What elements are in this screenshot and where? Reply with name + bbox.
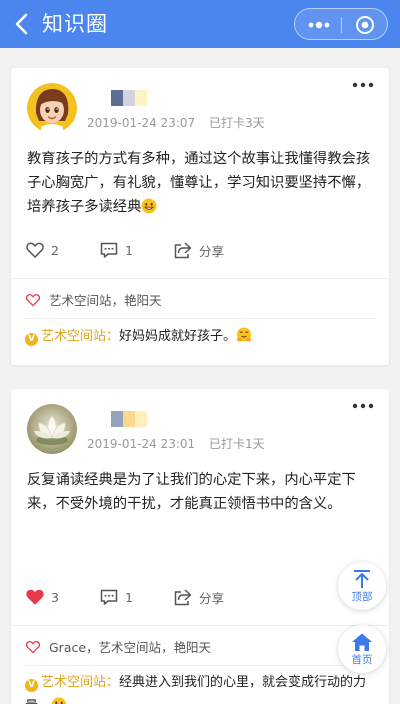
obscured-username <box>111 90 147 106</box>
divider <box>11 625 389 626</box>
hug-emoji-icon <box>236 327 252 342</box>
share-button[interactable]: 分享 <box>173 586 224 608</box>
comment-button[interactable]: 1 <box>99 239 133 261</box>
like-count: 2 <box>51 242 59 258</box>
heart-filled-icon <box>26 589 44 605</box>
more-dots-icon[interactable] <box>305 16 333 34</box>
close-target-icon[interactable] <box>355 15 375 35</box>
divider <box>11 278 389 279</box>
liked-by-row: 艺术空间站，艳阳天 <box>25 290 375 309</box>
vip-badge-icon: V <box>25 333 38 346</box>
post-card: 2019-01-24 23:01 已打卡1天 反复诵读经典是为了让我们的心定下来… <box>11 389 389 704</box>
smile-emoji-icon <box>141 198 157 214</box>
back-to-top-label: 顶部 <box>351 591 373 603</box>
comment-icon <box>100 242 118 258</box>
like-count: 3 <box>51 589 59 605</box>
post-actions: 2 1 分享 <box>25 239 375 261</box>
mini-program-capsule <box>294 8 388 40</box>
post-meta: 2019-01-24 23:07 已打卡3天 <box>87 114 265 131</box>
liked-by-row: Grace，艺术空间站，艳阳天 <box>25 637 375 656</box>
grin-emoji-icon <box>51 697 67 704</box>
share-label: 分享 <box>199 243 225 259</box>
back-arrow-icon[interactable] <box>10 11 34 37</box>
post-actions: 3 1 分享 <box>25 586 375 608</box>
like-button[interactable]: 2 <box>25 239 59 261</box>
checkin-days: 已打卡1天 <box>208 437 265 451</box>
arrow-up-icon <box>354 570 370 588</box>
share-icon <box>174 589 192 606</box>
user-avatar[interactable] <box>27 83 77 133</box>
comment-item[interactable]: V艺术空间站：经典进入到我们的心里，就会变成行动的力量。 <box>25 671 367 704</box>
post-more-icon[interactable] <box>351 78 375 92</box>
comment-count: 1 <box>125 242 133 258</box>
comment-item[interactable]: V 艺术空间站：好妈妈成就好孩子。 <box>25 325 367 349</box>
like-button[interactable]: 3 <box>25 586 59 608</box>
heart-outline-icon <box>25 640 41 653</box>
user-avatar[interactable] <box>27 404 77 454</box>
divider <box>25 665 375 666</box>
liked-by-names[interactable]: Grace，艺术空间站，艳阳天 <box>49 637 211 656</box>
share-button[interactable]: 分享 <box>173 239 224 261</box>
obscured-username <box>111 411 147 427</box>
comment-button[interactable]: 1 <box>99 586 133 608</box>
heart-outline-icon <box>25 293 41 306</box>
post-card: 2019-01-24 23:07 已打卡3天 教育孩子的方式有多种，通过这个故事… <box>11 68 389 365</box>
lotus-flower-avatar-icon <box>27 404 77 454</box>
comment-author[interactable]: 艺术空间站： <box>41 329 119 344</box>
feed-list[interactable]: 2019-01-24 23:07 已打卡3天 教育孩子的方式有多种，通过这个故事… <box>0 48 400 704</box>
home-label: 首页 <box>351 654 373 666</box>
comment-icon <box>100 589 118 605</box>
vip-badge-icon: V <box>25 679 38 692</box>
share-label: 分享 <box>199 590 225 606</box>
checkin-days: 已打卡3天 <box>208 116 265 130</box>
post-more-icon[interactable] <box>351 399 375 413</box>
divider <box>25 318 375 319</box>
post-text: 反复诵读经典是为了让我们的心定下来，内心平定下来，不受外境的干扰，才能真正领悟书… <box>27 472 356 512</box>
back-to-top-button[interactable]: 顶部 <box>338 562 386 610</box>
post-meta: 2019-01-24 23:01 已打卡1天 <box>87 435 265 452</box>
capsule-divider <box>341 17 342 33</box>
post-date: 2019-01-24 23:07 <box>87 116 196 130</box>
home-icon <box>352 633 372 651</box>
top-nav-bar: 知识圈 <box>0 0 400 48</box>
heart-outline-icon <box>26 242 44 258</box>
post-date: 2019-01-24 23:01 <box>87 437 196 451</box>
cartoon-girl-avatar-icon <box>27 83 77 133</box>
home-button[interactable]: 首页 <box>338 625 386 673</box>
comment-count: 1 <box>125 589 133 605</box>
comment-text: 好妈妈成就好孩子。 <box>119 329 237 344</box>
post-text: 教育孩子的方式有多种，通过这个故事让我懂得教会孩子心胸宽广，有礼貌，懂尊让，学习… <box>27 151 371 215</box>
comment-author[interactable]: 艺术空间站： <box>41 675 119 690</box>
share-icon <box>174 242 192 259</box>
liked-by-names[interactable]: 艺术空间站，艳阳天 <box>49 290 162 309</box>
page-title: 知识圈 <box>42 12 108 36</box>
